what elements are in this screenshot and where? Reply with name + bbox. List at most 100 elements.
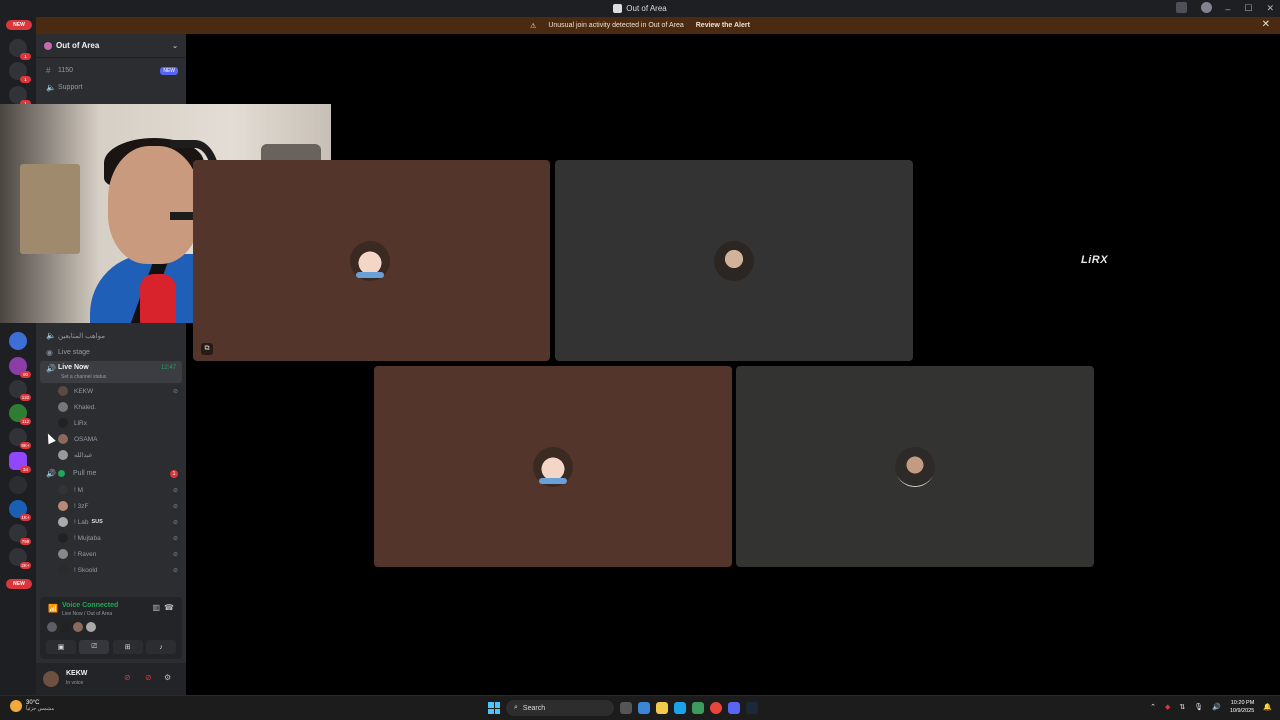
channel-live-stage[interactable]: ◉ Live stage <box>36 344 186 361</box>
new-pill-top[interactable]: NEW <box>6 20 32 30</box>
disconnect-icon[interactable]: ☎ <box>164 603 174 612</box>
voice-member[interactable]: LiRx <box>36 415 186 431</box>
channel-label: Live stage <box>58 349 90 356</box>
gear-icon[interactable]: ⚙ <box>164 673 171 682</box>
voice-member[interactable]: KEKW ⊘ <box>36 383 186 399</box>
chrome-icon[interactable] <box>710 702 722 714</box>
channel-talents[interactable]: 🔈 مواهب المتابعين <box>36 327 186 344</box>
maximize-icon[interactable]: ☐ <box>1244 3 1252 14</box>
participant-tile-1[interactable]: ⧉ <box>193 160 550 361</box>
warning-icon: ⚠ <box>530 22 537 30</box>
tray-app-icon[interactable]: ◆ <box>1165 703 1170 711</box>
discord-icon[interactable] <box>728 702 740 714</box>
server-icon-10[interactable] <box>9 476 27 494</box>
inbox-icon[interactable] <box>1176 2 1187 13</box>
minimize-icon[interactable]: – <box>1225 4 1230 14</box>
volume-icon[interactable]: 🔊 <box>1212 703 1221 711</box>
chevron-up-icon[interactable]: ⌃ <box>1150 703 1156 711</box>
edge-icon[interactable] <box>674 702 686 714</box>
avatar <box>350 240 390 281</box>
help-icon[interactable] <box>1201 2 1212 13</box>
channel-1150[interactable]: # 1150 NEW <box>36 62 186 79</box>
notification-icon[interactable]: 🔔 <box>1263 703 1272 711</box>
server-icon-6[interactable]: 132 <box>9 380 31 401</box>
speaker-icon: 🔊 <box>46 364 56 373</box>
voice-channel[interactable]: Live Now / Out of Area <box>62 611 112 617</box>
muted-mic-icon: ⊘ <box>172 388 178 395</box>
voice-member[interactable]: ! M ⊘ <box>36 482 186 498</box>
channel-status[interactable]: Set a channel status <box>61 374 106 380</box>
system-tray: ⌃ ◆ ⇅ 🎙 🔊 10:20 PM 10/9/2025 🔔 <box>1150 699 1272 715</box>
avatar <box>58 402 68 412</box>
network-icon[interactable]: ⇅ <box>1179 703 1185 711</box>
avatar <box>58 386 68 396</box>
channel-live-now[interactable]: 🔊 Live Now 12:47 Set a channel status <box>40 361 182 383</box>
server-icon-1[interactable]: 1 <box>9 39 31 60</box>
voice-member[interactable]: ! Lab SUS ⊘ <box>36 514 186 530</box>
voice-member[interactable]: ! Mujtaba ⊘ <box>36 530 186 546</box>
avatar <box>58 549 68 559</box>
twitch-server-icon[interactable]: 34 <box>9 452 31 473</box>
focus-icon[interactable]: ⧉ <box>201 343 213 355</box>
member-name: ! Mujtaba <box>74 534 101 542</box>
voice-member[interactable]: عبدالله <box>36 447 186 463</box>
server-header[interactable]: Out of Area ⌄ <box>36 34 186 58</box>
server-badge: 799 <box>20 538 31 545</box>
task-view-icon[interactable] <box>620 702 632 714</box>
voice-member[interactable]: OSAMA <box>36 431 186 447</box>
server-icon-5[interactable]: 60 <box>9 357 31 378</box>
channel-timer: 12:47 <box>160 365 176 371</box>
voice-member[interactable]: Khaled. <box>36 399 186 415</box>
review-alert-link[interactable]: Review the Alert <box>696 22 750 29</box>
voice-member[interactable]: ! Raven ⊘ <box>36 546 186 562</box>
server-icon-12[interactable]: 799 <box>9 524 31 545</box>
server-badge: 2K+ <box>20 562 31 569</box>
avatar <box>58 485 68 495</box>
deafen-icon[interactable]: ⊘ <box>145 673 152 682</box>
server-icon-11[interactable]: 1K+ <box>9 500 31 521</box>
participant-tile-3[interactable] <box>374 366 732 567</box>
search-box[interactable]: ⌕ Search <box>506 700 614 716</box>
server-icon-2[interactable]: 1 <box>9 62 31 83</box>
clock-date: 10/9/2025 <box>1229 708 1255 714</box>
close-window-icon[interactable]: ✕ <box>1266 3 1274 14</box>
participant-tile-2[interactable] <box>555 160 913 361</box>
channel-support[interactable]: 🔈 Support <box>36 79 186 96</box>
member-name: ! 3zF <box>74 502 89 510</box>
server-icon-4[interactable] <box>9 332 27 350</box>
voice-member[interactable]: ! Skoold ⊘ <box>36 562 186 578</box>
avatar <box>58 434 68 444</box>
steam-icon[interactable] <box>746 702 758 714</box>
discord-window: Out of Area – ☐ ✕ ⚠ Unusual join activit… <box>0 0 1280 720</box>
user-status: In voice <box>66 680 84 686</box>
windows-start-icon[interactable] <box>488 702 500 714</box>
avatar <box>58 501 68 511</box>
voice-member[interactable]: ! 3zF ⊘ <box>36 498 186 514</box>
role-tag: SUS <box>91 519 103 525</box>
server-icon-13[interactable]: 2K+ <box>9 548 31 569</box>
copilot-icon[interactable] <box>638 702 650 714</box>
file-explorer-icon[interactable] <box>656 702 668 714</box>
weather-widget[interactable]: 30°C مشمس جزئياً <box>10 700 54 712</box>
camera-button[interactable]: ▣ <box>46 640 76 654</box>
activity-button[interactable]: ⊞ <box>112 640 143 654</box>
server-icon-3[interactable]: 1 <box>9 86 31 107</box>
voice-actions: ▣ ⎚ ⊞ ♪ <box>46 640 176 654</box>
server-icon-8[interactable]: 9K+ <box>9 428 31 449</box>
close-banner-icon[interactable]: ✕ <box>1262 19 1270 30</box>
voice-avatars <box>47 622 96 632</box>
muted-mic-icon[interactable]: ⊘ <box>124 673 131 682</box>
clock[interactable]: 10:20 PM 10/9/2025 <box>1230 699 1254 715</box>
chevron-down-icon[interactable]: ⌄ <box>172 42 178 50</box>
microphone-icon[interactable]: 🎙 <box>1194 703 1203 711</box>
avatar[interactable] <box>43 671 59 687</box>
store-icon[interactable] <box>692 702 704 714</box>
screen-share-button[interactable]: ⎚ <box>79 640 110 654</box>
muted-mic-icon: ⊘ <box>172 503 178 510</box>
channel-pull-me[interactable]: 🔊 Pull me 1 <box>36 465 186 482</box>
new-pill-bottom[interactable]: NEW <box>6 579 32 589</box>
soundboard-button[interactable]: ♪ <box>145 640 176 654</box>
server-icon-7[interactable]: 112 <box>9 404 31 425</box>
participant-tile-4[interactable] <box>736 366 1094 567</box>
noise-suppression-icon[interactable]: ▥ <box>152 603 160 612</box>
